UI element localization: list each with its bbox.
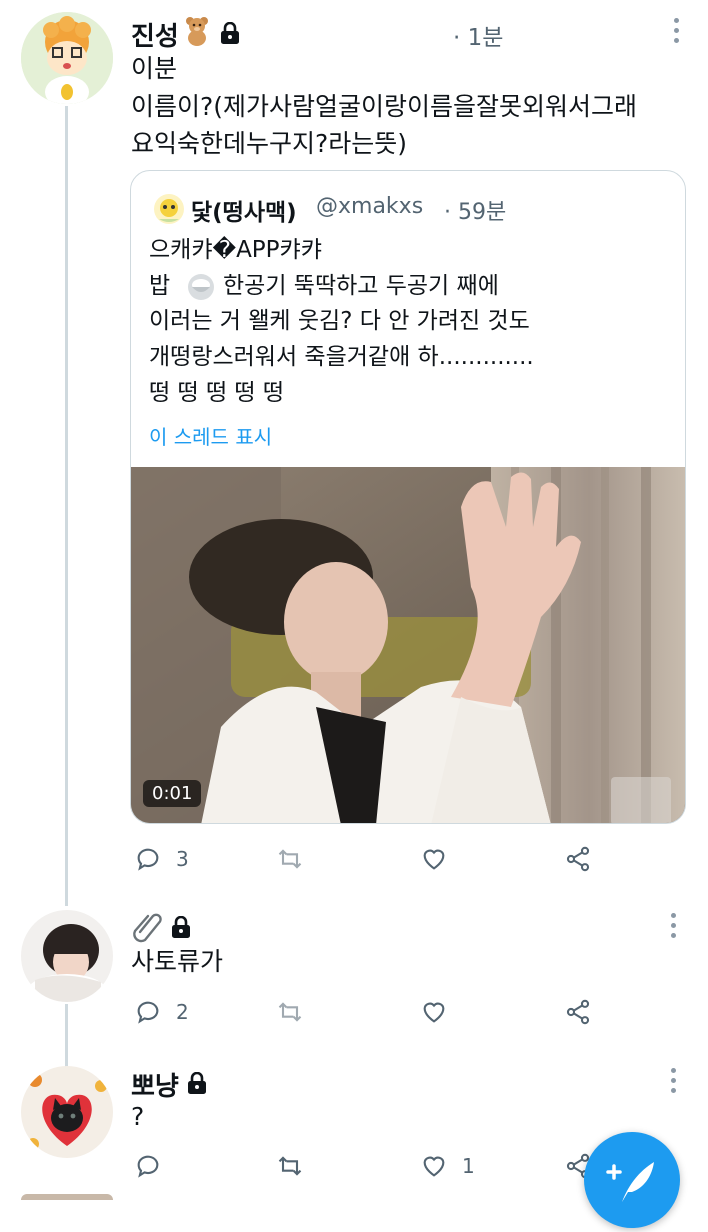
avatar[interactable]: [21, 910, 113, 1002]
avatar[interactable]: [21, 12, 113, 104]
tweet-line: 이름이?(제가사람얼굴이랑이름을잘못외워서그래: [131, 92, 638, 121]
quote-line: 이러는 거 왤케 웃김? 다 안 가려진 것도: [149, 308, 530, 334]
retweet-icon: [278, 1156, 302, 1176]
quote-avatar[interactable]: [153, 193, 185, 229]
reply-button[interactable]: 2: [134, 998, 189, 1026]
tweet-line: 이분: [131, 54, 178, 83]
quote-line: 개떵랑스러워서 죽을거같애 하.............: [149, 344, 534, 370]
more-icon[interactable]: [671, 913, 677, 943]
compose-button[interactable]: [584, 1132, 680, 1228]
retweet-icon: [278, 1002, 302, 1022]
lock-icon: [220, 21, 240, 44]
tweet-line: 요익숙한데누구지?라는뜻): [131, 129, 408, 158]
quote-timestamp[interactable]: · 59분: [444, 194, 506, 226]
reply-button[interactable]: 3: [134, 845, 189, 873]
like-button[interactable]: 1: [420, 1152, 475, 1180]
video-player[interactable]: 0:01: [131, 467, 685, 823]
retweet-button[interactable]: [276, 845, 318, 873]
reply-button[interactable]: [134, 1152, 176, 1180]
like-icon: [423, 849, 445, 870]
like-count: 1: [462, 1154, 475, 1178]
reply-count: 2: [176, 1000, 189, 1024]
lock-icon: [187, 1071, 207, 1094]
reply-icon: [137, 1001, 159, 1024]
display-name[interactable]: 진성: [131, 16, 179, 53]
compose-icon: [606, 1162, 654, 1202]
more-icon[interactable]: [671, 1068, 677, 1098]
video-duration-badge: 0:01: [143, 780, 202, 807]
thread-line: [65, 1004, 68, 1070]
thread-line: [65, 106, 68, 906]
quote-display-name[interactable]: 닻(떵사맥): [191, 193, 297, 227]
retweet-button[interactable]: [276, 998, 318, 1026]
lock-icon: [171, 915, 191, 938]
show-thread-link[interactable]: 이 스레드 표시: [149, 421, 272, 450]
more-icon[interactable]: [674, 18, 680, 48]
like-button[interactable]: [420, 998, 462, 1026]
share-button[interactable]: [564, 998, 592, 1026]
quoted-tweet[interactable]: 닻(떵사맥) @xmakxs · 59분 으캐캬�APP캬캬 밥 한공기 뚝딱하…: [130, 170, 686, 824]
reply-icon: [137, 1155, 159, 1178]
quote-line: 한공기 뚝딱하고 두공기 째에: [223, 273, 499, 299]
avatar[interactable]: [21, 1066, 113, 1158]
quote-line: 으캐캬�APP캬캬: [149, 237, 322, 263]
retweet-button[interactable]: [276, 1152, 318, 1180]
share-button[interactable]: [564, 845, 592, 873]
tweet-line: ?: [131, 1102, 145, 1131]
quote-line: 밥: [149, 273, 171, 299]
reply-icon: [137, 848, 159, 871]
like-icon: [423, 1156, 445, 1177]
timestamp[interactable]: · 1분: [453, 18, 503, 52]
share-icon: [566, 846, 590, 872]
like-button[interactable]: [420, 845, 462, 873]
share-icon: [566, 999, 590, 1025]
quote-line: 떵 떵 떵 떵 떵: [149, 380, 285, 406]
quote-handle[interactable]: @xmakxs: [316, 194, 423, 219]
rice-bowl-emoji: [187, 273, 215, 305]
retweet-icon: [278, 849, 302, 869]
video-thumbnail: [131, 467, 685, 823]
next-tweet-avatar[interactable]: [21, 1194, 113, 1200]
tweet-line: 사토류가: [131, 947, 224, 976]
teddy-bear-emoji: [184, 16, 210, 50]
video-duration: 0:01: [152, 783, 193, 804]
reply-count: 3: [176, 847, 189, 871]
like-icon: [423, 1002, 445, 1023]
